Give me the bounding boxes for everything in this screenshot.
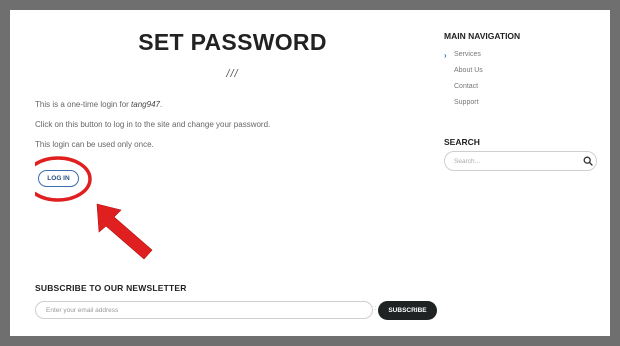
sidebar-item-support[interactable]: Support [454,99,479,106]
sidebar-item-contact[interactable]: Contact [454,83,478,90]
page-content: SET PASSWORD /// This is a one-time logi… [10,10,610,336]
arrow-icon [96,203,153,260]
sidebar-item-about-us[interactable]: About Us [454,67,483,74]
newsletter-email-input[interactable] [35,301,373,319]
annotation-overlay [35,156,153,260]
search-icon[interactable] [583,156,593,166]
search-heading: SEARCH [444,137,480,147]
highlight-circle [35,156,92,202]
chevron-right-icon: › [444,51,447,60]
search-input[interactable] [444,151,597,171]
sidebar-item-services[interactable]: Services [454,51,481,58]
newsletter-separator: : [375,306,377,312]
main-navigation-heading: MAIN NAVIGATION [444,31,521,41]
subscribe-button[interactable]: SUBSCRIBE [378,301,437,320]
newsletter-heading: SUBSCRIBE TO OUR NEWSLETTER [35,283,187,293]
